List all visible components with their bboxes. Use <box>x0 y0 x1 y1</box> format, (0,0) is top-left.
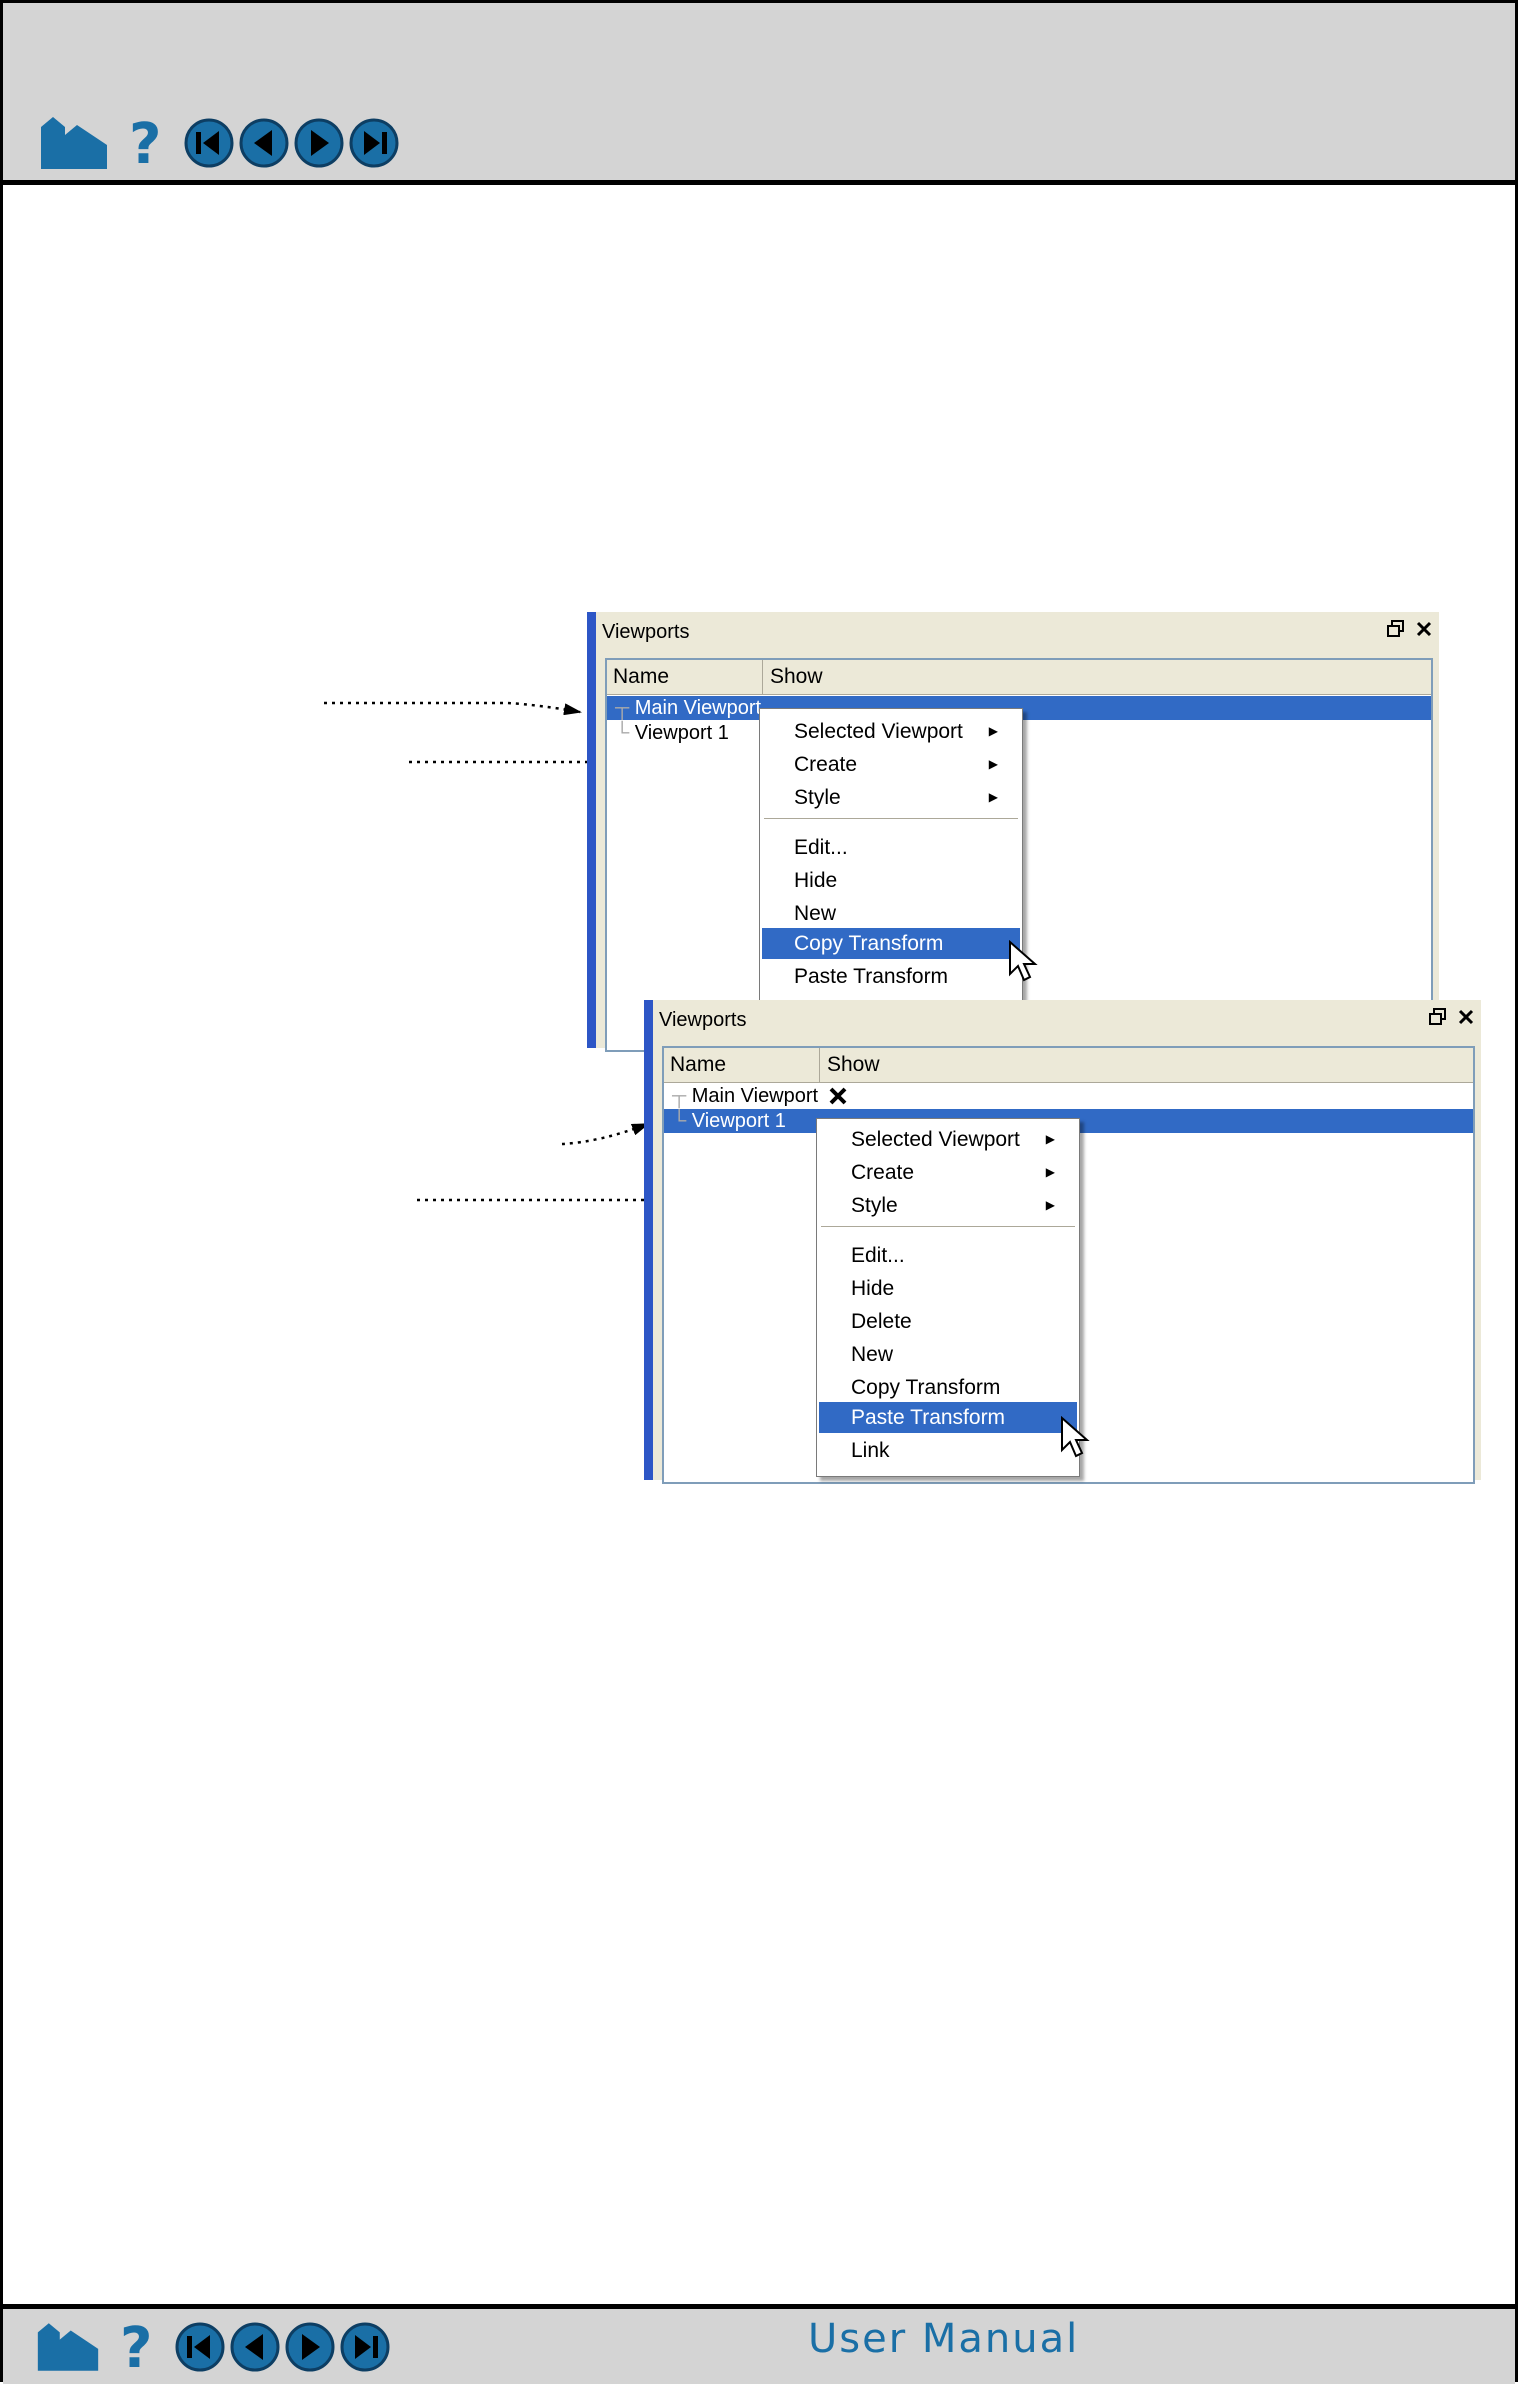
submenu-arrow-icon: ▶ <box>988 790 998 804</box>
arrow-to-viewport-1 <box>561 1122 650 1146</box>
menu-label: Hide <box>794 869 838 892</box>
restore-icon[interactable] <box>1387 620 1405 638</box>
menu-item-style[interactable]: Style ▶ <box>762 782 1020 813</box>
menu-label: Edit... <box>794 836 848 859</box>
menu-label: Paste Transform <box>794 965 949 988</box>
close-icon[interactable] <box>1415 620 1433 638</box>
menu-label: Selected Viewport <box>851 1128 1020 1151</box>
panel-title: Viewports <box>659 1009 747 1031</box>
tree-row-main-viewport[interactable]: ┬ Main Viewport <box>615 696 761 720</box>
menu-item-link[interactable]: Link <box>819 1435 1077 1466</box>
menu-item-edit[interactable]: Edit... <box>762 832 1020 863</box>
submenu-arrow-icon: ▶ <box>988 757 998 771</box>
tree-row-viewport-1[interactable]: └ Viewport 1 <box>615 721 729 745</box>
mouse-cursor-icon <box>1061 1416 1090 1458</box>
menu-label: Link <box>851 1439 890 1462</box>
row-label: Main Viewport <box>691 1085 819 1107</box>
menu-item-copy-transform[interactable]: Copy Transform <box>762 928 1020 959</box>
menu-item-hide[interactable]: Hide <box>762 865 1020 896</box>
menu-item-create[interactable]: Create ▶ <box>762 749 1020 780</box>
help-icon[interactable]: ? <box>118 2319 158 2375</box>
menu-divider <box>821 1226 1075 1230</box>
menu-label: Style <box>794 786 841 809</box>
tree-row-viewport-1[interactable]: └ Viewport 1 <box>672 1109 786 1133</box>
menu-item-create[interactable]: Create ▶ <box>819 1157 1077 1188</box>
last-page-icon[interactable] <box>339 2321 391 2373</box>
menu-item-style[interactable]: Style ▶ <box>819 1190 1077 1221</box>
context-menu-1: Selected Viewport ▶ Create ▶ Style ▶ Edit..… <box>759 708 1023 1004</box>
menu-item-paste-transform[interactable]: Paste Transform <box>762 961 1020 992</box>
submenu-arrow-icon: ▶ <box>1045 1198 1055 1212</box>
submenu-arrow-icon: ▶ <box>1045 1132 1055 1146</box>
menu-item-new[interactable]: New <box>819 1339 1077 1370</box>
row-label: Viewport 1 <box>634 722 729 744</box>
column-show[interactable]: Show <box>827 1053 880 1077</box>
window-buttons <box>1429 1008 1475 1026</box>
menu-label: Edit... <box>851 1244 905 1267</box>
menu-item-copy-transform[interactable]: Copy Transform <box>819 1372 1077 1403</box>
tree-header: Name Show <box>607 660 1431 695</box>
show-checkbox-icon[interactable] <box>828 1086 848 1106</box>
tree-row-main-viewport[interactable]: ┬ Main Viewport <box>672 1084 818 1108</box>
menu-item-hide[interactable]: Hide <box>819 1273 1077 1304</box>
menu-label: Selected Viewport <box>794 720 963 743</box>
bottom-nav-icons: ? <box>36 2319 394 2375</box>
close-icon[interactable] <box>1457 1008 1475 1026</box>
submenu-arrow-icon: ▶ <box>1045 1165 1055 1179</box>
mouse-cursor-icon <box>1009 940 1038 982</box>
menu-label: New <box>851 1343 894 1366</box>
first-page-icon[interactable] <box>174 2321 226 2373</box>
tree-header: Name Show <box>664 1048 1473 1083</box>
menu-label: Create <box>794 753 858 776</box>
panel-title: Viewports <box>602 621 690 643</box>
row-label: Viewport 1 <box>691 1110 786 1132</box>
submenu-arrow-icon: ▶ <box>988 724 998 738</box>
menu-label: Copy Transform <box>851 1376 1001 1399</box>
column-name[interactable]: Name <box>670 1053 726 1077</box>
column-show[interactable]: Show <box>770 665 823 689</box>
menu-label: Paste Transform <box>851 1406 1006 1429</box>
menu-label: New <box>794 902 837 925</box>
context-menu-2: Selected Viewport ▶ Create ▶ Style ▶ Edit..… <box>816 1118 1080 1477</box>
menu-label: Hide <box>851 1277 895 1300</box>
menu-item-delete[interactable]: Delete <box>819 1306 1077 1337</box>
menu-label: Create <box>851 1161 915 1184</box>
next-page-icon[interactable] <box>284 2321 336 2373</box>
menu-item-selected-viewport[interactable]: Selected Viewport ▶ <box>819 1124 1077 1155</box>
restore-icon[interactable] <box>1429 1008 1447 1026</box>
menu-item-new[interactable]: New <box>762 898 1020 929</box>
row-label: Main Viewport <box>634 697 762 719</box>
window-buttons <box>1387 620 1433 638</box>
menu-label: Style <box>851 1194 898 1217</box>
menu-label: Copy Transform <box>794 932 944 955</box>
bottom-nav-bar: ? <box>3 2304 1515 2384</box>
svg-text:?: ? <box>120 2319 152 2375</box>
menu-item-selected-viewport[interactable]: Selected Viewport ▶ <box>762 716 1020 747</box>
column-name[interactable]: Name <box>613 665 669 689</box>
previous-page-icon[interactable] <box>229 2321 281 2373</box>
menu-label: Delete <box>851 1310 912 1333</box>
arrow-to-main-viewport <box>324 701 582 716</box>
menu-divider <box>764 818 1018 822</box>
user-manual-label: User Manual <box>808 2316 1080 2362</box>
menu-item-edit[interactable]: Edit... <box>819 1240 1077 1271</box>
home-icon[interactable] <box>36 2319 100 2375</box>
menu-item-paste-transform[interactable]: Paste Transform <box>819 1402 1077 1433</box>
